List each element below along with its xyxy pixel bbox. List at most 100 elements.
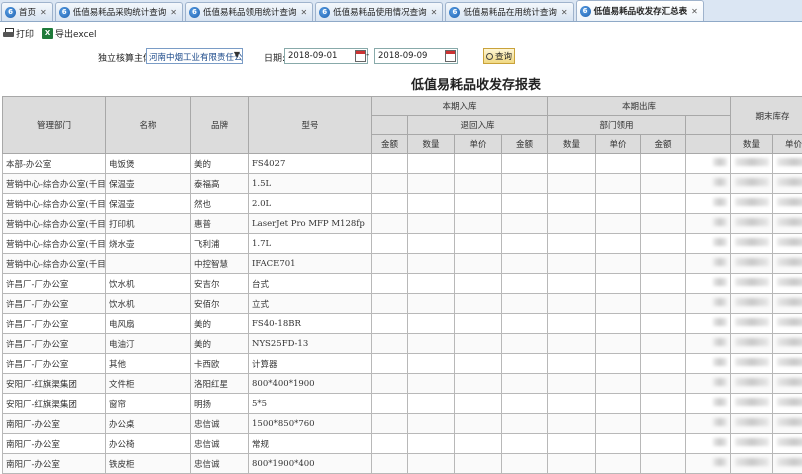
print-button[interactable]: 打印 — [3, 27, 34, 40]
close-icon[interactable]: ✕ — [170, 8, 177, 17]
table-row[interactable]: 许昌厂-厂办公室 饮水机 安佰尔 立式 — [2, 293, 802, 314]
tab-1[interactable]: 6 低值易耗品采购统计查询 ✕ — [54, 2, 183, 21]
cell-redacted — [371, 353, 408, 374]
cell-redacted — [547, 173, 597, 194]
tab-0[interactable]: 6 首页 ✕ — [1, 2, 53, 21]
cell-redacted — [640, 293, 687, 314]
cell-redacted — [500, 253, 549, 274]
close-icon[interactable]: ✕ — [300, 8, 307, 17]
cell-redacted — [500, 373, 549, 394]
cell-model: 台式 — [248, 273, 372, 294]
cell-redacted — [371, 233, 408, 254]
entity-select[interactable]: 河南中烟工业有限责任公 ▼ — [146, 48, 243, 64]
cell-redacted — [730, 433, 774, 454]
cell-redacted — [371, 293, 408, 314]
date-to-input[interactable]: 2018-09-09 — [374, 48, 458, 64]
table-row[interactable]: 营销中心-综合办公室(千目办)保温壶然也2.0L — [2, 193, 802, 214]
cell-redacted — [772, 393, 802, 414]
redacted-value — [735, 278, 770, 286]
cell-redacted — [685, 353, 732, 374]
cell-name: 保温壶 — [105, 173, 191, 194]
cell-redacted — [685, 153, 732, 174]
table-row[interactable]: 安阳厂-红旗渠集团 窗帘 明扬 5*5 — [2, 393, 802, 414]
cell-redacted — [685, 333, 732, 354]
close-icon[interactable]: ✕ — [431, 8, 438, 17]
tab-5[interactable]: 6 低值易耗品收发存汇总表 ✕ — [575, 0, 704, 21]
redacted-value — [735, 198, 770, 206]
table-row[interactable]: 南阳厂-办公室 办公桌 忠信诚 1500*850*760 — [2, 413, 802, 434]
cell-redacted — [595, 233, 642, 254]
table-row[interactable]: 营销中心-综合办公室(千目办)保温壶泰福高1.5L — [2, 173, 802, 194]
cell-model: 1500*850*760 — [248, 413, 372, 434]
cell-name: 打印机 — [105, 213, 191, 234]
cell-redacted — [730, 173, 774, 194]
cell-redacted — [407, 273, 455, 294]
export-excel-button[interactable]: X 导出excel — [42, 27, 97, 40]
calendar-icon[interactable] — [445, 50, 456, 62]
cell-redacted — [640, 413, 687, 434]
cell-redacted — [454, 273, 502, 294]
app-logo-icon: 6 — [579, 5, 591, 17]
cell-redacted — [407, 313, 455, 334]
cell-name: 电风扇 — [105, 313, 191, 334]
table-row[interactable]: 营销中心-综合办公室(千目办) 中控智慧IFACE701 — [2, 253, 802, 274]
cell-name: 办公椅 — [105, 433, 191, 454]
header-model: 型号 — [248, 96, 372, 154]
tab-4[interactable]: 6 低值易耗品在用统计查询 ✕ — [445, 2, 574, 21]
table-row[interactable]: 南阳厂-办公室 铁皮柜 忠信诚 800*1900*400 — [2, 453, 802, 474]
cell-model: 1.7L — [248, 233, 372, 254]
redacted-value — [735, 398, 770, 406]
calendar-icon[interactable] — [355, 50, 366, 62]
table-row[interactable]: 南阳厂-办公室 办公椅 忠信诚 常规 — [2, 433, 802, 454]
redacted-value — [713, 178, 728, 186]
cell-dept: 营销中心-综合办公室(千目办) — [2, 233, 106, 254]
table-row[interactable]: 安阳厂-红旗渠集团 文件柜 洛阳红星 800*400*1900 — [2, 373, 802, 394]
cell-dept: 安阳厂-红旗渠集团 — [2, 373, 106, 394]
cell-redacted — [730, 273, 774, 294]
redacted-value — [713, 218, 728, 226]
cell-redacted — [454, 233, 502, 254]
table-row[interactable]: 许昌厂-厂办公室 饮水机 安吉尔 台式 — [2, 273, 802, 294]
query-button[interactable]: 查询 — [483, 48, 515, 64]
date-from-input[interactable]: 2018-09-01 — [284, 48, 368, 64]
cell-name: 饮水机 — [105, 293, 191, 314]
cell-brand: 安佰尔 — [190, 293, 249, 314]
table-row[interactable]: 本部-办公室 电饭煲 美的 FS4027 — [2, 153, 802, 174]
cell-brand: 美的 — [190, 333, 249, 354]
table-row[interactable]: 许昌厂-厂办公室 其他 卡西欧 计算器 — [2, 353, 802, 374]
cell-redacted — [640, 333, 687, 354]
export-excel-label: 导出excel — [55, 29, 97, 40]
close-icon[interactable]: ✕ — [40, 8, 47, 17]
redacted-value — [713, 238, 728, 246]
table-header: 管理部门 名称 品牌 型号 本期入库 本期出库 期末库存 退回入库 部门领用 金… — [2, 96, 802, 154]
cell-redacted — [685, 413, 732, 434]
cell-redacted — [407, 333, 455, 354]
table-row[interactable]: 许昌厂-厂办公室 电风扇 美的 FS40-18BR — [2, 313, 802, 334]
table-row[interactable]: 许昌厂-厂办公室 电油汀 美的 NYS25FD-13 — [2, 333, 802, 354]
redacted-value — [777, 398, 802, 406]
cell-redacted — [730, 313, 774, 334]
table-row[interactable]: 营销中心-综合办公室(千目办)烧水壶飞利浦1.7L — [2, 233, 802, 254]
redacted-value — [735, 338, 770, 346]
cell-redacted — [640, 193, 687, 214]
cell-brand: 明扬 — [190, 393, 249, 414]
tab-2[interactable]: 6 低值易耗品领用统计查询 ✕ — [184, 2, 314, 21]
cell-redacted — [772, 353, 802, 374]
cell-redacted — [407, 193, 455, 214]
tab-label: 低值易耗品采购统计查询 — [72, 8, 167, 18]
table-row[interactable]: 营销中心-综合办公室(千目办)打印机惠普LaserJet Pro MFP M12… — [2, 213, 802, 234]
report-table-container[interactable]: 管理部门 名称 品牌 型号 本期入库 本期出库 期末库存 退回入库 部门领用 金… — [2, 96, 802, 474]
filter-bar: 独立核算主体: 河南中烟工业有限责任公 ▼ 日期: 2018-09-01 - 2… — [0, 48, 802, 66]
redacted-value — [777, 418, 802, 426]
cell-redacted — [730, 393, 774, 414]
close-icon[interactable]: ✕ — [691, 7, 698, 16]
cell-redacted — [500, 173, 549, 194]
cell-redacted — [454, 433, 502, 454]
close-icon[interactable]: ✕ — [561, 8, 568, 17]
tab-3[interactable]: 6 低值易耗品使用情况查询 ✕ — [315, 2, 444, 21]
cell-redacted — [772, 173, 802, 194]
cell-redacted — [685, 393, 732, 414]
cell-redacted — [371, 273, 408, 294]
date-to-value: 2018-09-09 — [378, 51, 428, 61]
cell-redacted — [685, 253, 732, 274]
